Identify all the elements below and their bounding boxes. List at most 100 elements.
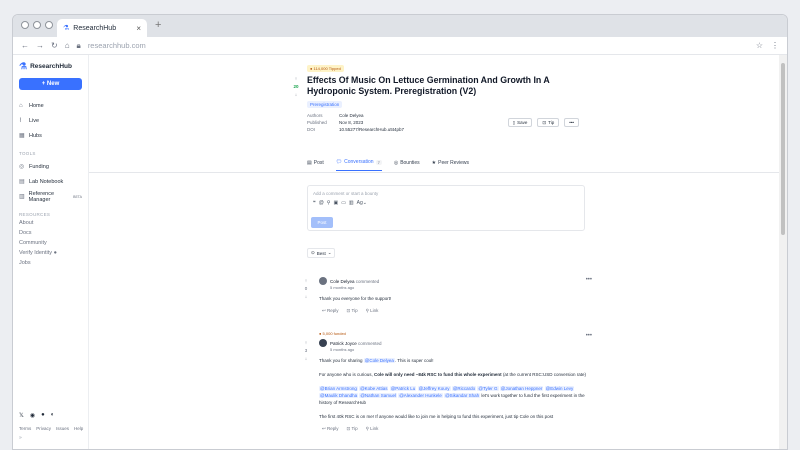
brand-logo[interactable]: ⚗ ResearchHub (19, 61, 82, 72)
collapse-sidebar-icon[interactable]: » (19, 435, 22, 441)
image-icon[interactable]: ▣ (333, 200, 338, 206)
new-button[interactable]: + New (19, 78, 82, 90)
tip-button[interactable]: ⊡ Tip (347, 426, 358, 432)
help-link[interactable]: Help (74, 426, 83, 431)
tab-peer-reviews[interactable]: ★ Peer Reviews (432, 159, 469, 171)
resource-link-about[interactable]: About (19, 220, 82, 230)
bookmark-icon[interactable]: ☆ (756, 41, 763, 50)
mention-icon[interactable]: @ (319, 200, 324, 206)
issues-link[interactable]: Issues (56, 426, 69, 431)
sidebar-item-home[interactable]: ⌂ Home (19, 98, 82, 113)
comment-input[interactable]: Add a comment or start a bounty (313, 191, 579, 196)
comment-paragraph: The first 40k RSC is on me! If anyone wo… (319, 414, 554, 419)
resource-link-docs[interactable]: Docs (19, 230, 82, 240)
resource-link-community[interactable]: Community (19, 240, 82, 250)
editor-toolbar: ❝ @ ⚲ ▣ ▭ ▥ Ag⌄ (313, 200, 579, 206)
avatar[interactable] (319, 339, 327, 347)
preregistration-tag[interactable]: Preregistration (307, 101, 343, 108)
sort-icon: ⊙ (311, 250, 315, 255)
mention-link[interactable]: @Alexander Hunkele (398, 393, 443, 398)
menu-icon[interactable]: ⋮ (771, 41, 779, 50)
downvote-icon[interactable]: ↓ (303, 293, 309, 301)
sidebar-item-funding[interactable]: ◎ Funding (19, 159, 82, 174)
upvote-icon[interactable]: ↑ (303, 277, 309, 285)
sidebar-item-lab-notebook[interactable]: ▤ Lab Notebook (19, 174, 82, 189)
mention-link[interactable]: @Tyler G (477, 386, 499, 391)
url-input[interactable]: researchhub.com (88, 41, 146, 50)
discord-icon[interactable]: ◉ (30, 412, 35, 419)
comment-paragraph: @Brian Armstrong @Kobe Attias @Patrick L… (319, 385, 592, 406)
mention-link[interactable]: @Kobe Attias (359, 386, 389, 391)
resource-link-jobs[interactable]: Jobs (19, 260, 82, 270)
maximize-dot[interactable] (45, 21, 53, 29)
x-icon[interactable]: 𝕏 (19, 412, 24, 419)
sidebar-item-hubs[interactable]: ▦ Hubs (19, 128, 82, 143)
sidebar-item-reference-manager[interactable]: ▥ Reference Manager BETA (19, 189, 82, 204)
mention-link[interactable]: @Maulik Dhandha (319, 393, 359, 398)
mention-link[interactable]: @Patrick Lu (389, 386, 417, 391)
text: For anyone who is curious, (319, 372, 375, 377)
author-link[interactable]: Cole Delyea (339, 113, 364, 118)
upvote-icon[interactable]: ↑ (291, 75, 301, 83)
comment-editor[interactable]: Add a comment or start a bounty ❝ @ ⚲ ▣ ▭ ▥ Ag… (307, 185, 585, 231)
home-icon[interactable]: ⌂ (65, 41, 70, 50)
window-controls[interactable] (21, 21, 53, 29)
comment-author[interactable]: Patrick Joyce (330, 341, 357, 346)
tab-conversation[interactable]: 💬︎ Conversation 7 (335, 159, 382, 171)
comment-more-icon[interactable]: ••• (586, 333, 592, 339)
mention-link[interactable]: @Brian Armstrong (319, 386, 358, 391)
forward-icon[interactable]: → (36, 41, 44, 50)
sort-dropdown[interactable]: ⊙ Best ⌄ (307, 248, 335, 258)
comment-author[interactable]: Cole Delyea (330, 279, 355, 284)
link-icon[interactable]: ⚲ (327, 200, 331, 206)
sidebar-item-live[interactable]: ⌇ Live (19, 113, 82, 128)
mention-link[interactable]: @Nathan Samuel (359, 393, 397, 398)
reply-button[interactable]: ↩ Reply (322, 426, 339, 432)
reload-icon[interactable]: ↻ (51, 41, 58, 50)
video-icon[interactable]: ▭ (341, 200, 346, 206)
mention-link[interactable]: @Edwin Levy (544, 386, 575, 391)
mention-link[interactable]: @Sikandar Shah (444, 393, 481, 398)
document-tabs: ▤ Post 💬︎ Conversation 7 ◎ Bounties ★ Peer Re… (307, 159, 597, 171)
browser-tab[interactable]: ⚗ ResearchHub × (57, 19, 147, 37)
scrollbar-thumb[interactable] (781, 63, 785, 235)
downvote-icon[interactable]: ↓ (303, 355, 309, 363)
more-options-button[interactable]: ••• (564, 118, 579, 127)
comment-vote-count: 3 (304, 348, 308, 353)
doi-link[interactable]: 10.55277/ResearchHub.u5t4pb7 (339, 127, 404, 132)
close-dot[interactable] (21, 21, 29, 29)
minimize-dot[interactable] (33, 21, 41, 29)
comment-more-icon[interactable]: ••• (586, 277, 592, 283)
tip-button[interactable]: ⊡ Tip (537, 118, 560, 127)
mention-link[interactable]: @Jeffrey Koury (417, 386, 451, 391)
medium-icon[interactable]: ◐ (51, 412, 55, 419)
media-icon[interactable]: ▥ (349, 200, 354, 206)
comment-actions: ↩ Reply ⊡ Tip ⚲ Link (322, 308, 592, 314)
mention-link[interactable]: @Riccardo (451, 386, 477, 391)
link-button[interactable]: ⚲ Link (366, 308, 379, 314)
avatar[interactable] (319, 277, 327, 285)
funded-badge: ● 5,000 funded (319, 331, 346, 336)
link-button[interactable]: ⚲ Link (366, 426, 379, 432)
scrollbar[interactable] (779, 55, 787, 449)
mention-link[interactable]: @Cole Delyea (363, 358, 395, 363)
terms-link[interactable]: Terms (19, 426, 31, 431)
resource-link-verify[interactable]: Verify Identity ● (19, 250, 82, 260)
grid-icon: ▦ (19, 133, 25, 139)
tab-post[interactable]: ▤ Post (307, 159, 324, 171)
quote-icon[interactable]: ❝ (313, 200, 316, 206)
github-icon[interactable]: ● (41, 412, 45, 419)
tip-button[interactable]: ⊡ Tip (347, 308, 358, 314)
text-format-icon[interactable]: Ag⌄ (357, 200, 367, 206)
new-tab-icon[interactable]: + (155, 19, 161, 31)
tab-bounties[interactable]: ◎ Bounties (394, 159, 420, 171)
downvote-icon[interactable]: ↓ (291, 91, 301, 99)
back-icon[interactable]: ← (21, 41, 29, 50)
save-button[interactable]: ▯ Save (507, 118, 533, 127)
post-button[interactable]: Post (311, 217, 333, 228)
reply-button[interactable]: ↩ Reply (322, 308, 339, 314)
close-tab-icon[interactable]: × (136, 24, 141, 33)
mention-link[interactable]: @Jonathan Heppner (499, 386, 544, 391)
upvote-icon[interactable]: ↑ (303, 339, 309, 347)
privacy-link[interactable]: Privacy (36, 426, 51, 431)
